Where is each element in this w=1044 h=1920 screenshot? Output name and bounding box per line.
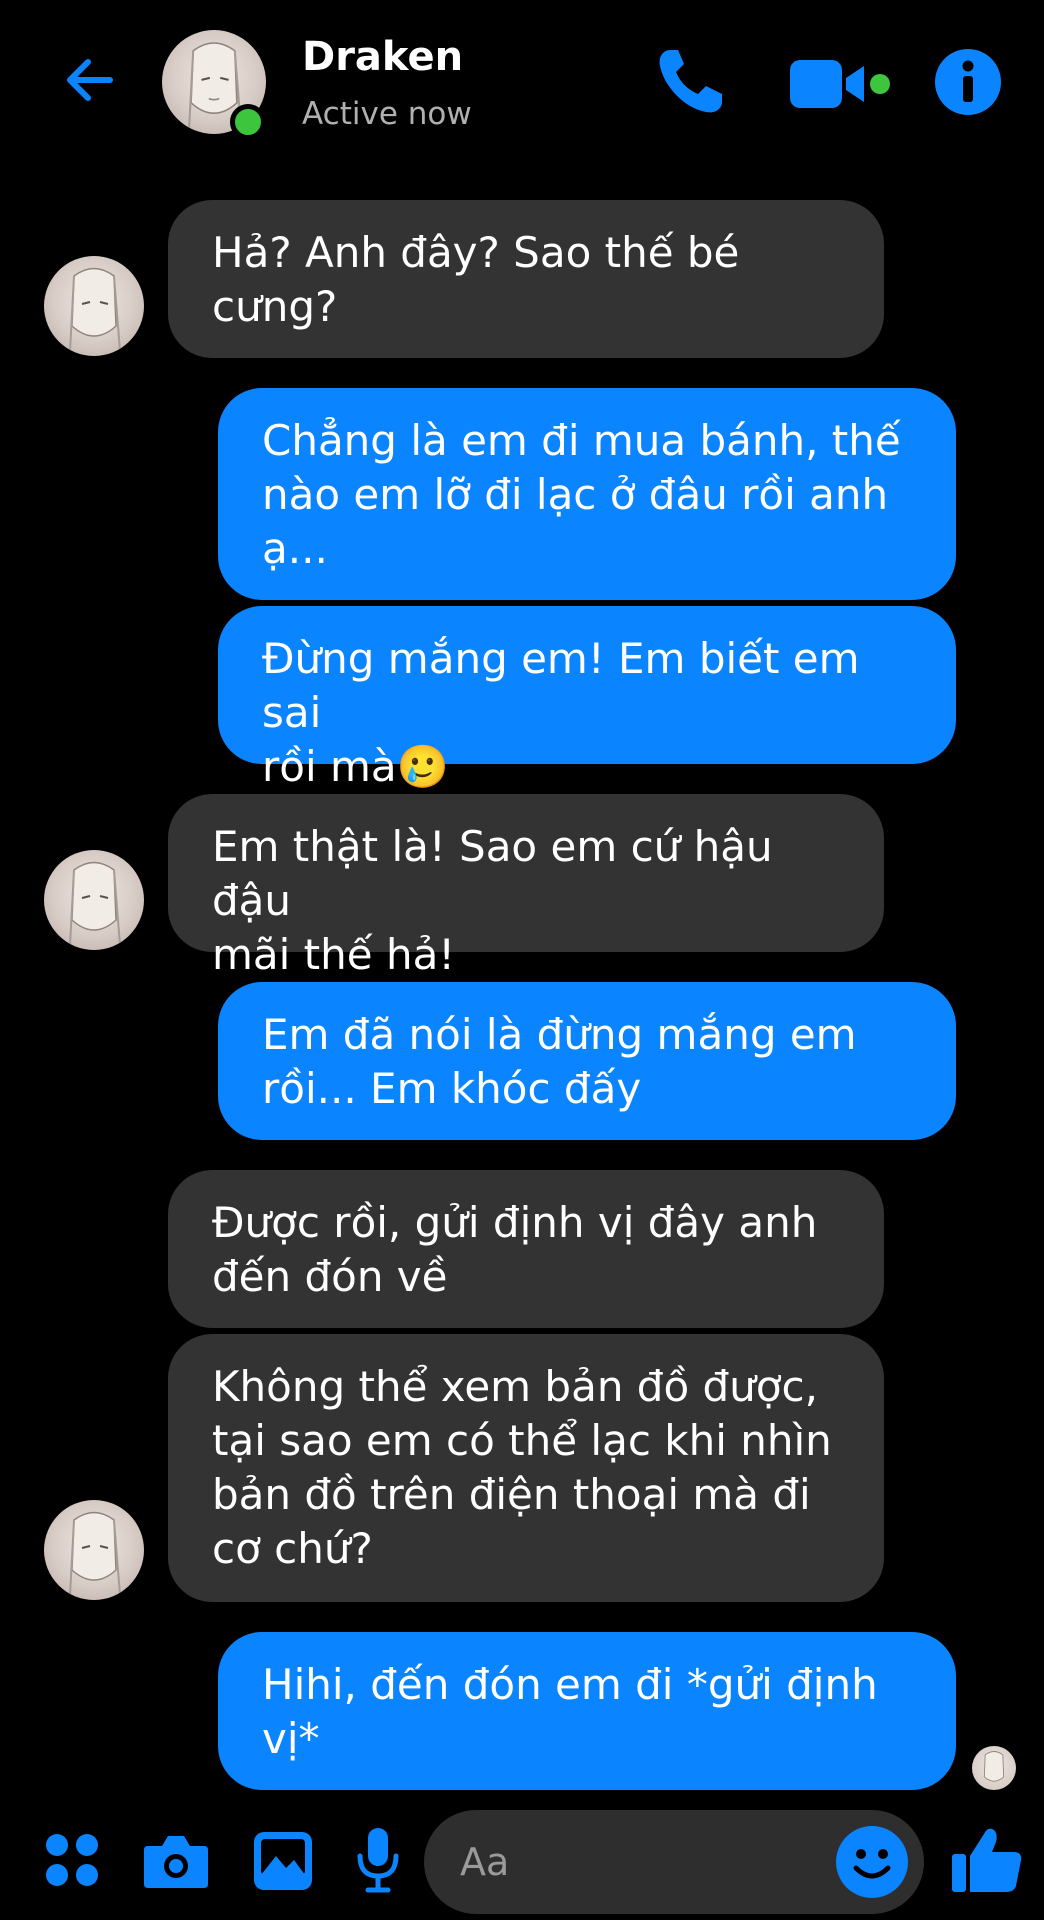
microphone-icon[interactable]	[356, 1826, 400, 1894]
message-text: Không thể xem bản đồ được, tại sao em có…	[212, 1362, 832, 1573]
message-text: Em đã nói là đừng mắng em rồi... Em khóc…	[262, 1010, 857, 1113]
seen-receipt-avatar	[972, 1746, 1016, 1790]
incoming-message[interactable]: Được rồi, gửi định vị đây anh đến đón về	[168, 1170, 884, 1328]
video-call-icon[interactable]	[790, 56, 890, 112]
outgoing-message[interactable]: Đừng mắng em! Em biết em sai rồi mà🥲	[218, 606, 956, 791]
message-text: Được rồi, gửi định vị đây anh đến đón về	[212, 1198, 818, 1301]
message-text: Đừng mắng em! Em biết em sai rồi mà🥲	[262, 634, 860, 791]
back-arrow-icon[interactable]	[58, 48, 122, 112]
camera-icon[interactable]	[142, 1832, 210, 1890]
avatar-illustration	[69, 1511, 121, 1596]
avatar-illustration	[69, 861, 121, 946]
menu-grid-icon[interactable]	[44, 1832, 100, 1888]
sender-avatar[interactable]	[44, 256, 144, 356]
outgoing-message[interactable]: Em đã nói là đừng mắng em rồi... Em khóc…	[218, 982, 956, 1140]
conversation-header: Draken Active now	[0, 0, 1044, 170]
message-input[interactable]	[460, 1834, 820, 1890]
message-text: Hihi, đến đón em đi *gửi định vị*	[262, 1660, 878, 1763]
gallery-icon[interactable]	[252, 1830, 314, 1892]
message-text: Hả? Anh đây? Sao thế bé cưng?	[212, 228, 740, 331]
thumbs-up-icon[interactable]	[950, 1822, 1024, 1896]
avatar-illustration	[983, 1751, 1005, 1782]
incoming-message[interactable]: Hả? Anh đây? Sao thế bé cưng?	[168, 200, 884, 358]
contact-name[interactable]: Draken	[302, 34, 463, 80]
avatar-illustration	[69, 267, 121, 352]
online-status-dot	[230, 104, 266, 140]
incoming-message[interactable]: Không thể xem bản đồ được, tại sao em có…	[168, 1334, 884, 1602]
composer-toolbar	[0, 1800, 1044, 1920]
info-icon[interactable]	[934, 48, 1002, 116]
outgoing-message[interactable]: Hihi, đến đón em đi *gửi định vị*	[218, 1632, 956, 1790]
contact-status: Active now	[302, 96, 472, 132]
message-text: Chẳng là em đi mua bánh, thế nào em lỡ đ…	[262, 416, 901, 573]
phone-call-icon[interactable]	[652, 44, 728, 120]
sender-avatar[interactable]	[44, 1500, 144, 1600]
outgoing-message[interactable]: Chẳng là em đi mua bánh, thế nào em lỡ đ…	[218, 388, 956, 600]
sender-avatar[interactable]	[44, 850, 144, 950]
emoji-icon[interactable]	[834, 1824, 910, 1900]
message-text: Em thật là! Sao em cứ hậu đậu mãi thế hả…	[212, 822, 773, 979]
message-composer	[424, 1810, 924, 1914]
incoming-message[interactable]: Em thật là! Sao em cứ hậu đậu mãi thế hả…	[168, 794, 884, 979]
